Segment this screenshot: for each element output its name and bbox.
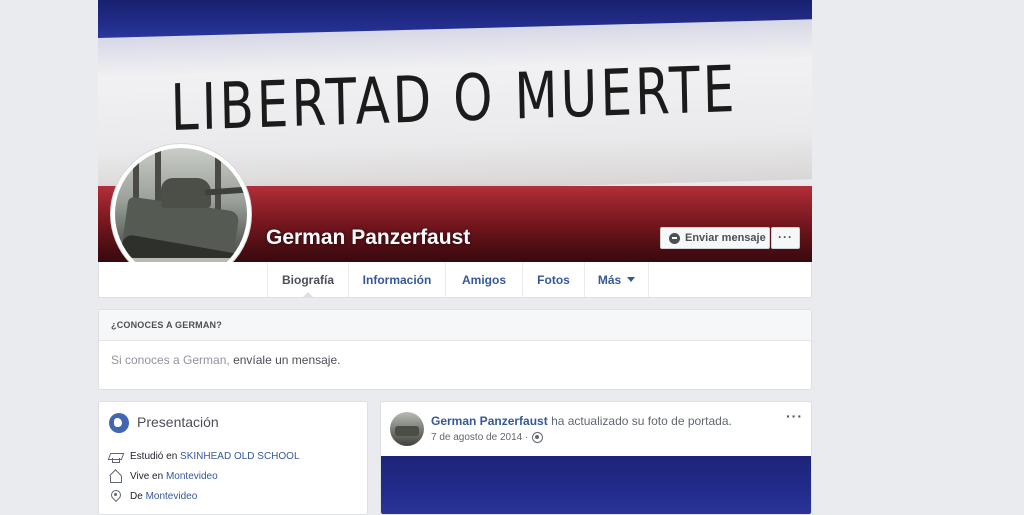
home-icon xyxy=(109,470,122,483)
graduation-cap-icon xyxy=(109,450,122,463)
intro-card: Presentación Estudió en SKINHEAD OLD SCH… xyxy=(98,401,368,515)
know-card-text: Si conoces a German, envíale un mensaje. xyxy=(111,353,341,367)
post-author-link[interactable]: German Panzerfaust xyxy=(431,414,548,428)
tab-informacion[interactable]: Información xyxy=(348,262,445,297)
messenger-icon xyxy=(669,232,680,244)
send-message-button[interactable]: Enviar mensaje xyxy=(660,227,770,249)
more-options-button[interactable]: ··· xyxy=(771,227,800,249)
education-link[interactable]: SKINHEAD OLD SCHOOL xyxy=(180,451,299,462)
post-card: German Panzerfaust ha actualizado su fot… xyxy=(380,401,812,515)
current-city-link[interactable]: Montevideo xyxy=(166,471,218,482)
post-options-button[interactable]: ··· xyxy=(786,408,803,424)
send-message-link[interactable]: envíale un mensaje. xyxy=(233,353,340,367)
profile-name[interactable]: German Panzerfaust xyxy=(266,226,470,250)
tab-amigos[interactable]: Amigos xyxy=(445,262,522,297)
tab-mas[interactable]: Más xyxy=(584,262,649,297)
post-timestamp: 7 de agosto de 2014 · xyxy=(431,432,544,443)
post-header: German Panzerfaust ha actualizado su fot… xyxy=(431,414,732,428)
intro-title: Presentación xyxy=(137,414,219,430)
tab-fotos[interactable]: Fotos xyxy=(522,262,584,297)
intro-item-lives: Vive en Montevideo xyxy=(109,468,218,484)
post-date-link[interactable]: 7 de agosto de 2014 · xyxy=(431,432,528,443)
tank-photo xyxy=(115,148,247,280)
intro-item-from: De Montevideo xyxy=(109,488,197,504)
post-action: ha actualizado su foto de portada. xyxy=(551,414,732,428)
location-pin-icon xyxy=(109,490,122,503)
tab-biografia[interactable]: Biografía xyxy=(267,262,348,298)
know-card-header: ¿CONOCES A GERMAN? xyxy=(99,310,811,341)
intro-item-education: Estudió en SKINHEAD OLD SCHOOL xyxy=(109,448,300,464)
post-cover-image[interactable] xyxy=(381,456,811,514)
profile-tabs: Biografía Información Amigos Fotos Más xyxy=(98,262,812,298)
public-audience-icon[interactable] xyxy=(532,432,544,443)
globe-icon xyxy=(109,413,129,433)
hometown-link[interactable]: Montevideo xyxy=(146,491,198,502)
post-author-avatar[interactable] xyxy=(390,412,424,446)
send-message-label: Enviar mensaje xyxy=(685,232,766,244)
chevron-down-icon xyxy=(627,277,636,282)
know-person-card: ¿CONOCES A GERMAN? Si conoces a German, … xyxy=(98,309,812,390)
